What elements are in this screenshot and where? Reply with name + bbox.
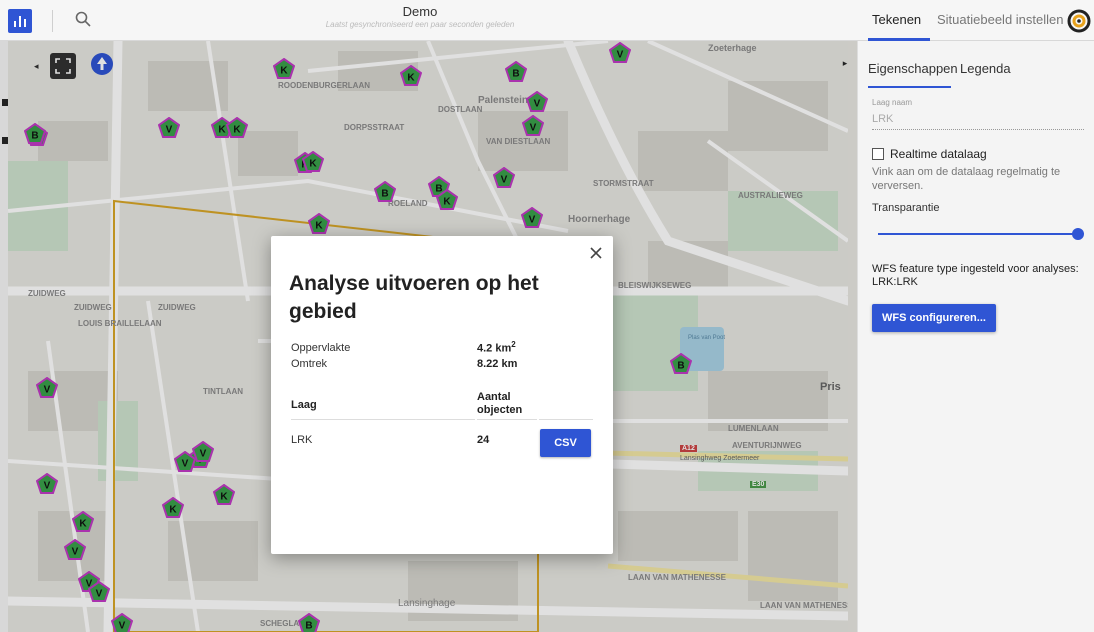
transparency-slider-thumb[interactable] xyxy=(1072,228,1084,240)
tab-tekenen[interactable]: Tekenen xyxy=(872,12,921,27)
tab-situatiebeeld[interactable]: Situatiebeeld instellen xyxy=(937,12,1063,27)
sync-status: Laatst gesynchroniseerd een paar seconde… xyxy=(325,20,515,29)
layer-name-input[interactable]: LRK xyxy=(872,113,893,125)
stat-label-perimeter: Omtrek xyxy=(291,358,328,370)
app-title: Demo xyxy=(402,4,438,19)
transparency-slider-track[interactable] xyxy=(878,233,1078,235)
stat-label-area: Oppervlakte xyxy=(291,342,351,354)
properties-panel: Eigenschappen Legenda Laag naam LRK Real… xyxy=(857,41,1094,632)
top-bar: Demo Laatst gesynchroniseerd een paar se… xyxy=(0,0,1094,41)
realtime-help: Vink aan om de datalaag regelmatig te ve… xyxy=(872,166,1061,192)
csv-export-button[interactable]: CSV xyxy=(540,429,591,457)
left-sidebar-strip xyxy=(0,41,8,632)
table-header-count: Aantal objecten xyxy=(477,391,523,416)
tab-eigenschappen[interactable]: Eigenschappen xyxy=(868,61,958,76)
transparency-label: Transparantie xyxy=(872,202,940,214)
dialog-title: Analyse uitvoeren op het gebied xyxy=(289,272,539,323)
stat-value-unit-exp: 2 xyxy=(511,340,516,349)
analysis-dialog: Analyse uitvoeren op het gebied Oppervla… xyxy=(271,236,613,554)
close-icon[interactable] xyxy=(589,246,603,260)
wfs-feature-text: WFS feature type ingesteld voor analyses… xyxy=(872,263,1079,288)
realtime-checkbox[interactable] xyxy=(872,148,884,160)
table-header-divider xyxy=(539,419,593,420)
tab-legenda[interactable]: Legenda xyxy=(960,61,1011,76)
stat-value-perimeter: 8.22 km xyxy=(477,358,518,370)
layer-name-label: Laag naam xyxy=(872,98,913,107)
table-cell-layer: LRK xyxy=(291,434,313,446)
panel-toggle-button[interactable]: ▸ xyxy=(838,58,852,72)
input-underline xyxy=(872,129,1084,130)
app-logo-icon xyxy=(1067,9,1091,33)
table-header-divider xyxy=(477,419,537,420)
table-header-layer: Laag xyxy=(291,399,317,411)
realtime-label: Realtime datalaag xyxy=(890,147,987,161)
wfs-configure-button[interactable]: WFS configureren... xyxy=(872,304,996,332)
table-header-divider xyxy=(291,419,475,420)
stat-value-area: 4.2 km2 xyxy=(477,340,516,355)
active-tab-indicator xyxy=(868,86,951,88)
stat-value-text: 4.2 km xyxy=(477,342,512,355)
table-cell-count: 24 xyxy=(477,434,490,446)
